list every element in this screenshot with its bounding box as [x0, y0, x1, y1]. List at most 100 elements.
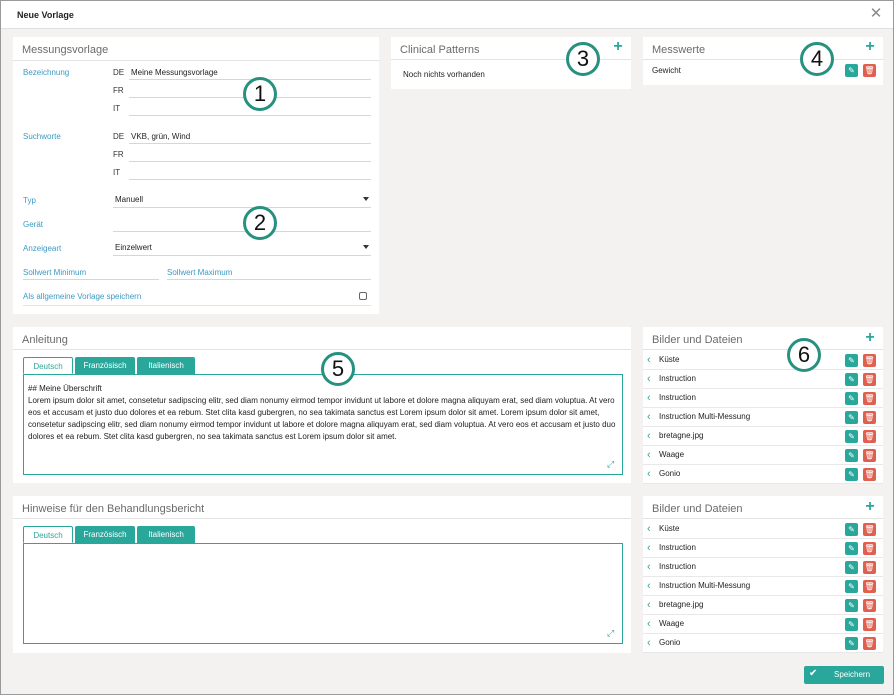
delete-datei-button[interactable]: 🗑	[863, 354, 876, 367]
edit-datei-button[interactable]: ✎	[845, 618, 858, 631]
chevron-left-icon[interactable]: ‹	[647, 580, 651, 592]
chevron-left-icon[interactable]: ‹	[647, 468, 651, 480]
edit-datei-button[interactable]: ✎	[845, 411, 858, 424]
sollwert-min-input[interactable]	[23, 265, 159, 280]
edit-datei-button[interactable]: ✎	[845, 354, 858, 367]
list-item: ‹ Instruction Multi-Messung ✎ 🗑	[643, 408, 883, 427]
chevron-left-icon[interactable]: ‹	[647, 392, 651, 404]
edit-datei-button[interactable]: ✎	[845, 637, 858, 650]
edit-datei-button[interactable]: ✎	[845, 392, 858, 405]
pencil-icon: ✎	[848, 601, 855, 610]
edit-datei-button[interactable]: ✎	[845, 373, 858, 386]
allgemein-label: Als allgemeine Vorlage speichern	[23, 292, 142, 301]
edit-messwert-button[interactable]: ✎	[845, 64, 858, 77]
geraet-input[interactable]	[113, 217, 371, 232]
clinical-patterns-title: Clinical Patterns	[400, 44, 480, 56]
delete-datei-button[interactable]: 🗑	[863, 637, 876, 650]
delete-datei-button[interactable]: 🗑	[863, 449, 876, 462]
suchworte-de-input[interactable]	[129, 129, 371, 144]
tab-italienisch[interactable]: Italienisch	[137, 526, 195, 543]
geraet-label: Gerät	[23, 220, 44, 229]
tab-franzoesisch[interactable]: Französisch	[75, 526, 135, 543]
delete-datei-button[interactable]: 🗑	[863, 561, 876, 574]
delete-datei-button[interactable]: 🗑	[863, 542, 876, 555]
edit-datei-button[interactable]: ✎	[845, 523, 858, 536]
hinweise-tabs: Deutsch Französisch Italienisch	[23, 526, 323, 543]
lang-it-label: IT	[113, 104, 121, 113]
add-datei-button[interactable]: +	[863, 330, 877, 346]
save-label: Speichern	[834, 670, 871, 679]
add-datei-button[interactable]: +	[863, 499, 877, 515]
allgemein-checkbox[interactable]	[359, 292, 367, 300]
tab-deutsch[interactable]: Deutsch	[23, 357, 73, 374]
annotation-badge-2: 2	[243, 206, 277, 240]
chevron-left-icon[interactable]: ‹	[647, 523, 651, 535]
anzeigeart-select[interactable]: Einzelwert	[113, 241, 371, 256]
pencil-icon: ✎	[848, 563, 855, 572]
title-bar: Neue Vorlage ✕	[1, 1, 893, 29]
typ-select[interactable]: Manuell	[113, 193, 371, 208]
chevron-left-icon[interactable]: ‹	[647, 542, 651, 554]
tab-franzoesisch[interactable]: Französisch	[75, 357, 135, 374]
close-icon[interactable]: ✕	[867, 5, 885, 23]
list-item: ‹ Instruction ✎ 🗑	[643, 370, 883, 389]
delete-datei-button[interactable]: 🗑	[863, 430, 876, 443]
hinweise-editor[interactable]: ⤢	[23, 543, 623, 644]
chevron-left-icon[interactable]: ‹	[647, 561, 651, 573]
lang-de-label: DE	[113, 132, 125, 141]
list-item-label: Küste	[659, 524, 680, 533]
list-item-label: Küste	[659, 355, 680, 364]
list-item-label: bretagne.jpg	[659, 431, 704, 440]
edit-datei-button[interactable]: ✎	[845, 580, 858, 593]
tab-deutsch[interactable]: Deutsch	[23, 526, 73, 543]
suchworte-it-input[interactable]	[129, 165, 371, 180]
delete-datei-button[interactable]: 🗑	[863, 468, 876, 481]
trash-icon: 🗑	[864, 582, 875, 591]
edit-datei-button[interactable]: ✎	[845, 449, 858, 462]
chevron-left-icon[interactable]: ‹	[647, 373, 651, 385]
delete-datei-button[interactable]: 🗑	[863, 580, 876, 593]
add-clinical-pattern-button[interactable]: +	[611, 39, 625, 55]
typ-value: Manuell	[115, 195, 144, 204]
divider	[13, 349, 631, 350]
delete-messwert-button[interactable]: 🗑	[863, 64, 876, 77]
edit-datei-button[interactable]: ✎	[845, 599, 858, 612]
chevron-left-icon[interactable]: ‹	[647, 430, 651, 442]
add-messwert-button[interactable]: +	[863, 39, 877, 55]
delete-datei-button[interactable]: 🗑	[863, 618, 876, 631]
chevron-left-icon[interactable]: ‹	[647, 599, 651, 611]
chevron-left-icon[interactable]: ‹	[647, 354, 651, 366]
save-button[interactable]: ✔ Speichern	[804, 666, 884, 684]
pencil-icon: ✎	[848, 356, 855, 365]
anleitung-body: Lorem ipsum dolor sit amet, consetetur s…	[28, 396, 616, 441]
clinical-empty-text: Noch nichts vorhanden	[403, 70, 485, 79]
trash-icon: 🗑	[864, 413, 875, 422]
sollwert-max-input[interactable]	[167, 265, 371, 280]
delete-datei-button[interactable]: 🗑	[863, 523, 876, 536]
edit-datei-button[interactable]: ✎	[845, 542, 858, 555]
expand-icon[interactable]: ⤢	[607, 628, 617, 638]
bezeichnung-de-input[interactable]	[129, 65, 371, 80]
chevron-left-icon[interactable]: ‹	[647, 411, 651, 423]
tab-italienisch[interactable]: Italienisch	[137, 357, 195, 374]
delete-datei-button[interactable]: 🗑	[863, 411, 876, 424]
list-item-label: Instruction	[659, 562, 696, 571]
divider	[643, 518, 883, 519]
edit-datei-button[interactable]: ✎	[845, 561, 858, 574]
pencil-icon: ✎	[848, 525, 855, 534]
expand-icon[interactable]: ⤢	[607, 459, 617, 469]
chevron-left-icon[interactable]: ‹	[647, 449, 651, 461]
chevron-left-icon[interactable]: ‹	[647, 637, 651, 649]
edit-datei-button[interactable]: ✎	[845, 468, 858, 481]
trash-icon: 🗑	[864, 544, 875, 553]
list-item-label: bretagne.jpg	[659, 600, 704, 609]
chevron-left-icon[interactable]: ‹	[647, 618, 651, 630]
delete-datei-button[interactable]: 🗑	[863, 373, 876, 386]
suchworte-fr-input[interactable]	[129, 147, 371, 162]
delete-datei-button[interactable]: 🗑	[863, 599, 876, 612]
anleitung-tabs: Deutsch Französisch Italienisch	[23, 357, 323, 374]
delete-datei-button[interactable]: 🗑	[863, 392, 876, 405]
anleitung-heading: ## Meine Überschrift	[28, 384, 102, 393]
edit-datei-button[interactable]: ✎	[845, 430, 858, 443]
anleitung-editor[interactable]: ## Meine Überschrift Lorem ipsum dolor s…	[23, 374, 623, 475]
